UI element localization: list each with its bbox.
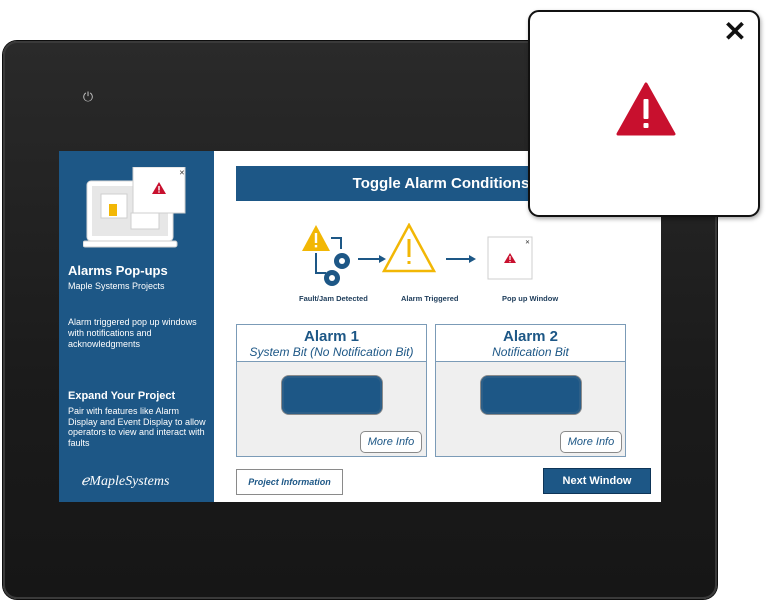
laptop-popup-illustration: ✕	[83, 167, 186, 248]
maple-systems-logo: ℯMapleSystems	[81, 474, 170, 489]
sidebar-subtitle: Maple Systems Projects	[68, 281, 165, 291]
alarm-1-header: Alarm 1 System Bit (No Notification Bit)	[237, 325, 426, 362]
close-icon[interactable]: ✕	[721, 18, 749, 46]
alarm-1-panel: Alarm 1 System Bit (No Notification Bit)…	[236, 324, 427, 457]
next-window-button[interactable]: Next Window	[543, 468, 651, 494]
alarm-1-more-info-button[interactable]: More Info	[360, 431, 422, 453]
alarm-2-title: Alarm 2	[502, 328, 559, 345]
svg-text:✕: ✕	[179, 169, 185, 177]
alarm-2-panel: Alarm 2 Notification Bit More Info	[435, 324, 626, 457]
alarm-1-subtitle: System Bit (No Notification Bit)	[249, 345, 414, 359]
svg-text:✕: ✕	[525, 239, 530, 246]
warning-gears-icon	[302, 225, 350, 286]
alarm-2-more-info-button[interactable]: More Info	[560, 431, 622, 453]
flow-label-alarm: Alarm Triggered	[401, 294, 459, 303]
flow-label-fault: Fault/Jam Detected	[299, 294, 368, 303]
alarm-popup-window: ✕	[528, 10, 760, 217]
sidebar-title: Alarms Pop-ups	[68, 263, 168, 278]
sidebar-description: Alarm triggered pop up windows with noti…	[68, 317, 197, 349]
warning-outline-icon	[381, 223, 437, 273]
warning-icon	[616, 82, 676, 136]
flow-label-popup: Pop up Window	[502, 294, 559, 303]
sidebar-expand-description: Pair with features like Alarm Display an…	[68, 406, 206, 448]
sidebar: ✕ Alarms Pop-ups Maple Systems Projects …	[59, 151, 214, 502]
alarm-2-toggle-button[interactable]	[481, 376, 581, 414]
power-icon[interactable]: ⏻	[80, 89, 96, 105]
alarm-2-header: Alarm 2 Notification Bit	[436, 325, 625, 362]
sidebar-expand-title: Expand Your Project	[68, 390, 176, 402]
alarm-1-toggle-button[interactable]	[282, 376, 382, 414]
alarm-2-subtitle: Notification Bit	[492, 345, 569, 359]
popup-window-icon: ✕	[487, 236, 533, 280]
project-information-button[interactable]: Project Information	[236, 469, 343, 495]
alarm-1-title: Alarm 1	[303, 328, 360, 345]
